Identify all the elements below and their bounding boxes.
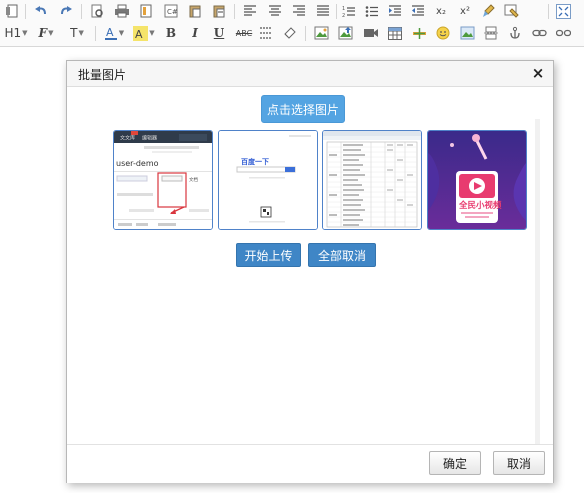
strikethrough-label: ABC bbox=[235, 28, 253, 38]
emoji-icon[interactable] bbox=[434, 22, 452, 44]
thumb1-text-1: 文文库 bbox=[120, 135, 135, 142]
bold-icon[interactable]: B bbox=[162, 22, 180, 44]
toolbar-separator bbox=[548, 4, 549, 19]
link-icon[interactable] bbox=[530, 22, 548, 44]
superscript-label: x² bbox=[460, 5, 470, 17]
video-icon[interactable] bbox=[361, 22, 381, 44]
thumb1-text-3: user-demo bbox=[116, 159, 159, 168]
select-images-button[interactable]: 点击选择图片 bbox=[261, 95, 345, 123]
unlink-icon[interactable] bbox=[554, 22, 572, 44]
thumb4-text-1: 全民小视频 bbox=[458, 200, 502, 211]
indent-icon[interactable] bbox=[386, 0, 404, 22]
image-thumbnail[interactable]: 百度一下 bbox=[218, 130, 318, 230]
image-thumbnail[interactable] bbox=[322, 130, 422, 230]
highlight-icon[interactable]: A ▼ bbox=[131, 22, 157, 44]
toolbar-separator bbox=[336, 4, 337, 19]
unordered-list-icon[interactable] bbox=[363, 0, 381, 22]
thumbnail-screenshot-app: 全民小视频 bbox=[428, 131, 526, 229]
underline-icon[interactable]: U bbox=[210, 22, 228, 44]
thumbnail-screenshot-github: 文文库 编辑器 user-demo 文档 bbox=[114, 131, 212, 229]
superscript-icon[interactable]: x² bbox=[456, 0, 474, 22]
thumb1-text-4: 文档 bbox=[189, 176, 198, 183]
image-thumbnail[interactable]: 全民小视频 bbox=[427, 130, 527, 230]
font-size-label: T bbox=[70, 26, 78, 40]
dialog-body: 点击选择图片 文文库 编辑器 user-demo 文档 百度一下 全民小视频 开… bbox=[68, 87, 540, 469]
align-center-icon[interactable] bbox=[266, 0, 284, 22]
toolbar-separator bbox=[81, 4, 82, 19]
font-family-icon[interactable]: F ▼ bbox=[34, 22, 58, 44]
image-thumbnail[interactable]: 文文库 编辑器 user-demo 文档 bbox=[113, 130, 213, 230]
upload-image-icon[interactable] bbox=[336, 22, 354, 44]
batch-image-dialog: 批量图片 × 点击选择图片 文文库 编辑器 user-demo 文档 百度一下 … bbox=[66, 60, 554, 483]
format-painter-icon[interactable] bbox=[503, 0, 521, 22]
align-left-icon[interactable] bbox=[241, 0, 259, 22]
bold-label: B bbox=[165, 26, 177, 40]
font-size-icon[interactable]: T ▼ bbox=[65, 22, 89, 44]
find-icon[interactable] bbox=[88, 0, 106, 22]
close-icon[interactable]: × bbox=[529, 63, 547, 83]
insert-image-icon[interactable] bbox=[312, 22, 330, 44]
svg-text:1: 1 bbox=[342, 6, 345, 12]
dialog-header[interactable]: 批量图片 × bbox=[67, 61, 553, 87]
toolbar-separator bbox=[234, 4, 235, 19]
cancel-all-button[interactable]: 全部取消 bbox=[308, 243, 376, 267]
italic-icon[interactable]: I bbox=[186, 22, 204, 44]
underline-label: U bbox=[213, 26, 225, 40]
toolbar-row-2: H1 ▼ F ▼ T ▼ A ▼ A ▼ B I U ABC bbox=[0, 22, 584, 44]
redo-icon[interactable] bbox=[57, 0, 75, 22]
align-justify-icon[interactable] bbox=[314, 0, 332, 22]
confirm-button[interactable]: 确定 bbox=[429, 451, 481, 475]
toolbar-separator bbox=[25, 4, 26, 19]
thumbnail-screenshot-table bbox=[323, 131, 421, 229]
source-icon[interactable] bbox=[3, 0, 21, 22]
editor-toolbar: C# 12 x₂ x² H1 ▼ F ▼ T ▼ A ▼ A ▼ B I U A… bbox=[0, 0, 584, 47]
dialog-title: 批量图片 bbox=[78, 68, 127, 82]
font-family-label: F bbox=[38, 26, 48, 40]
start-upload-button[interactable]: 开始上传 bbox=[236, 243, 301, 267]
strikethrough-icon[interactable]: ABC bbox=[233, 22, 255, 44]
heading-label: H1 bbox=[4, 26, 22, 40]
clear-format-icon[interactable] bbox=[480, 0, 498, 22]
template-icon[interactable] bbox=[137, 0, 155, 22]
cancel-button[interactable]: 取消 bbox=[493, 451, 545, 475]
toolbar-separator bbox=[305, 26, 306, 41]
outdent-icon[interactable] bbox=[409, 0, 427, 22]
insert-row-icon[interactable] bbox=[410, 22, 428, 44]
table-icon[interactable] bbox=[386, 22, 404, 44]
svg-text:A: A bbox=[106, 26, 114, 39]
svg-text:2: 2 bbox=[342, 13, 345, 18]
page-break-icon[interactable] bbox=[482, 22, 500, 44]
font-color-icon[interactable]: A ▼ bbox=[101, 22, 127, 44]
eraser-icon[interactable] bbox=[281, 22, 299, 44]
anchor-icon[interactable] bbox=[506, 22, 524, 44]
heading-icon[interactable]: H1 ▼ bbox=[2, 22, 30, 44]
thumbnail-screenshot-baidu: 百度一下 bbox=[219, 131, 317, 229]
gallery-icon[interactable] bbox=[458, 22, 476, 44]
ordered-list-icon[interactable]: 12 bbox=[340, 0, 358, 22]
undo-icon[interactable] bbox=[32, 0, 50, 22]
line-spacing-icon[interactable] bbox=[257, 22, 275, 44]
subscript-label: x₂ bbox=[436, 5, 446, 17]
svg-text:A: A bbox=[135, 28, 143, 41]
thumb2-text-1: 百度一下 bbox=[241, 157, 269, 166]
fullscreen-icon[interactable] bbox=[554, 0, 572, 22]
code-icon[interactable]: C# bbox=[162, 0, 180, 22]
print-icon[interactable] bbox=[113, 0, 131, 22]
align-right-icon[interactable] bbox=[290, 0, 308, 22]
toolbar-separator bbox=[95, 26, 96, 41]
italic-label: I bbox=[192, 26, 198, 40]
vertical-scrollbar[interactable] bbox=[535, 119, 540, 462]
toolbar-row-1: C# 12 x₂ x² bbox=[0, 0, 584, 22]
paste-text-icon[interactable] bbox=[210, 0, 228, 22]
dialog-footer: 确定 取消 bbox=[67, 444, 553, 483]
paste-icon[interactable] bbox=[186, 0, 204, 22]
svg-text:C#: C# bbox=[167, 8, 178, 16]
thumb1-text-2: 编辑器 bbox=[142, 135, 157, 142]
subscript-icon[interactable]: x₂ bbox=[432, 0, 450, 22]
